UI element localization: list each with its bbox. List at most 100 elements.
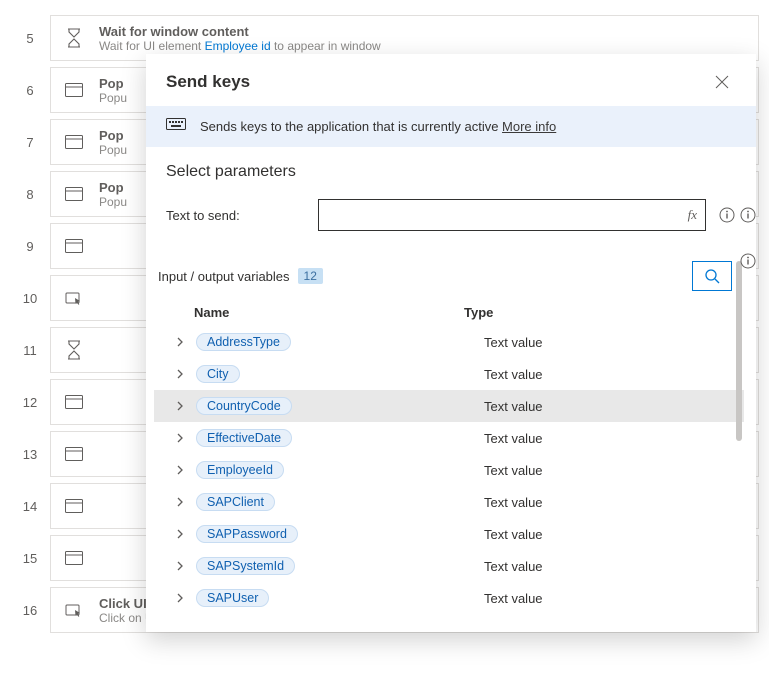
column-type-header: Type — [464, 305, 732, 320]
text-to-send-label: Text to send: — [166, 208, 306, 223]
step-text: PopPopu — [99, 128, 127, 157]
variable-name-pill[interactable]: SAPSystemId — [196, 557, 295, 575]
step-subtitle: Popu — [99, 195, 127, 209]
variable-row[interactable]: EffectiveDate Text value — [154, 422, 744, 454]
variable-row[interactable]: SAPUser Text value — [154, 582, 744, 614]
variable-type: Text value — [484, 367, 744, 382]
banner-text: Sends keys to the application that is cu… — [200, 119, 556, 134]
variable-type: Text value — [484, 399, 744, 414]
variable-name-pill[interactable]: City — [196, 365, 240, 383]
step-number: 15 — [10, 551, 50, 566]
variable-name-pill[interactable]: AddressType — [196, 333, 291, 351]
info-icon[interactable] — [718, 206, 736, 224]
variables-list: AddressTypeText valueCityText valueCount… — [154, 326, 744, 614]
variables-count-badge: 12 — [298, 268, 323, 284]
window-icon — [61, 129, 87, 155]
variables-heading: Input / output variables — [158, 269, 290, 284]
variable-name-pill[interactable]: SAPClient — [196, 493, 275, 511]
hourglass-icon — [61, 25, 87, 51]
step-number: 5 — [10, 31, 50, 46]
chevron-right-icon[interactable] — [170, 529, 190, 539]
send-keys-dialog: Send keys Sends keys to the application … — [146, 54, 756, 632]
hourglass-icon — [61, 337, 87, 363]
fx-button[interactable]: fx — [688, 207, 697, 223]
banner-msg: Sends keys to the application that is cu… — [200, 119, 502, 134]
close-button[interactable] — [708, 68, 736, 96]
keyboard-icon — [166, 118, 186, 135]
step-text: PopPopu — [99, 180, 127, 209]
dialog-header: Send keys — [146, 54, 756, 106]
scrollbar[interactable] — [736, 261, 742, 441]
variable-type: Text value — [484, 527, 744, 542]
variable-type: Text value — [484, 431, 744, 446]
step-title: Pop — [99, 128, 127, 143]
step-subtitle: Wait for UI element Employee id to appea… — [99, 39, 381, 53]
parameters-section: Select parameters Text to send: fx — [146, 147, 756, 235]
step-number: 7 — [10, 135, 50, 150]
more-info-link[interactable]: More info — [502, 119, 556, 134]
variable-type: Text value — [484, 463, 744, 478]
variable-name-pill[interactable]: EffectiveDate — [196, 429, 292, 447]
variable-row[interactable]: SAPPassword Text value — [154, 518, 744, 550]
variable-type: Text value — [484, 591, 744, 606]
step-title: Pop — [99, 180, 127, 195]
cursor-icon — [61, 597, 87, 623]
variables-columns: Name Type — [154, 291, 744, 326]
step-text: Wait for window contentWait for UI eleme… — [99, 24, 381, 53]
variable-name-pill[interactable]: SAPPassword — [196, 525, 298, 543]
step-title: Pop — [99, 76, 127, 91]
info-icon[interactable] — [739, 206, 757, 224]
window-icon — [61, 389, 87, 415]
variable-name-pill[interactable]: SAPUser — [196, 589, 269, 607]
step-link: Employee id — [205, 39, 271, 53]
step-number: 6 — [10, 83, 50, 98]
chevron-right-icon[interactable] — [170, 561, 190, 571]
chevron-right-icon[interactable] — [170, 337, 190, 347]
step-title: Wait for window content — [99, 24, 381, 39]
variable-name-pill[interactable]: CountryCode — [196, 397, 292, 415]
variable-row[interactable]: CountryCode Text value — [154, 390, 744, 422]
cursor-icon — [61, 285, 87, 311]
chevron-right-icon[interactable] — [170, 497, 190, 507]
step-number: 16 — [10, 603, 50, 618]
variable-row[interactable]: SAPSystemId Text value — [154, 550, 744, 582]
close-icon — [715, 75, 729, 89]
chevron-right-icon[interactable] — [170, 433, 190, 443]
chevron-right-icon[interactable] — [170, 593, 190, 603]
step-subtitle: Popu — [99, 91, 127, 105]
variable-name-pill[interactable]: EmployeeId — [196, 461, 284, 479]
variable-row[interactable]: City Text value — [154, 358, 744, 390]
chevron-right-icon[interactable] — [170, 465, 190, 475]
variable-type: Text value — [484, 495, 744, 510]
column-name-header: Name — [194, 305, 464, 320]
variables-panel: Input / output variables 12 Name Type Ad… — [154, 261, 744, 632]
chevron-right-icon[interactable] — [170, 369, 190, 379]
window-icon — [61, 493, 87, 519]
step-text: PopPopu — [99, 76, 127, 105]
text-to-send-input[interactable]: fx — [318, 199, 706, 231]
variable-type: Text value — [484, 559, 744, 574]
step-number: 13 — [10, 447, 50, 462]
variable-type: Text value — [484, 335, 744, 350]
variable-row[interactable]: EmployeeId Text value — [154, 454, 744, 486]
step-number: 14 — [10, 499, 50, 514]
variable-row[interactable]: SAPClient Text value — [154, 486, 744, 518]
window-icon — [61, 441, 87, 467]
variable-row[interactable]: AddressType Text value — [154, 326, 744, 358]
step-subtitle: Popu — [99, 143, 127, 157]
window-icon — [61, 77, 87, 103]
search-icon — [704, 268, 720, 284]
chevron-right-icon[interactable] — [170, 401, 190, 411]
window-icon — [61, 545, 87, 571]
search-button[interactable] — [692, 261, 732, 291]
info-icon[interactable] — [739, 252, 757, 270]
step-number: 9 — [10, 239, 50, 254]
side-info-icons — [739, 206, 757, 270]
text-to-send-row: Text to send: fx — [166, 199, 736, 231]
parameters-heading: Select parameters — [166, 163, 736, 181]
variables-header: Input / output variables 12 — [154, 261, 744, 291]
step-number: 11 — [10, 343, 50, 358]
window-icon — [61, 181, 87, 207]
dialog-title: Send keys — [166, 72, 250, 92]
window-icon — [61, 233, 87, 259]
